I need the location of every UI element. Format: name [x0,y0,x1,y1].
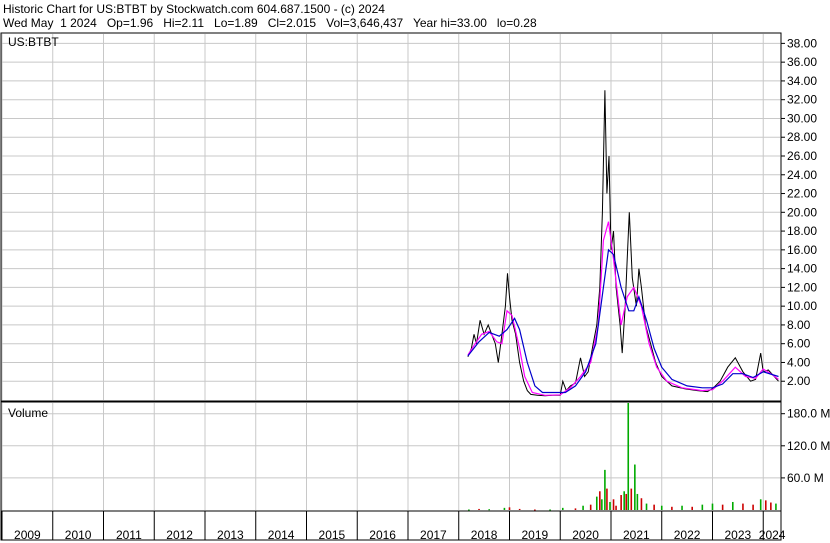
volume-bar [623,491,625,510]
price-tick-label: 10.00 [787,299,817,313]
volume-bar [604,469,606,510]
price-tick-label: 36.00 [787,55,817,69]
volume-bar [549,509,551,511]
volume-bar [770,502,772,510]
symbol-label: US:BTBT [8,35,59,49]
price-tick-label: 2.00 [787,374,811,388]
price-axis: 38.00 36.00 34.00 32.00 30.00 28.00 26.00 24.00… [781,36,817,388]
volume-bar [609,501,611,510]
volume-bar [711,503,714,510]
volume-bar [589,504,592,510]
price-tick-label: 30.00 [787,111,817,125]
volume-bar [561,507,564,510]
price-tick-label: 26.00 [787,149,817,163]
x-tick-label: 2009 [14,528,41,542]
x-tick-label: 2010 [65,528,92,542]
volume-bar [742,503,744,510]
x-tick-label: 2015 [319,528,346,542]
volume-bar [627,403,630,510]
volume-bar [671,506,673,510]
x-tick-label: 2017 [420,528,447,542]
volume-bar [574,508,577,510]
volume-tick-label: 120.0 M [787,439,830,453]
x-tick-label: 2019 [522,528,549,542]
stock-chart: 38.00 36.00 34.00 32.00 30.00 28.00 26.00 24.00… [0,32,830,542]
x-tick-label: 2020 [572,528,599,542]
price-tick-label: 4.00 [787,355,811,369]
x-tick-label: 2024 [759,528,786,542]
volume-bar [636,493,639,510]
volume-bar [653,504,655,510]
volume-bar [721,504,724,510]
price-tick-label: 14.00 [787,262,817,276]
x-tick-label: 2022 [674,528,701,542]
volume-bar [701,504,704,510]
price-tick-label: 12.00 [787,280,817,294]
price-tick-label: 16.00 [787,243,817,257]
volume-bar [645,503,648,510]
price-tick-label: 34.00 [787,74,817,88]
volume-bar [599,491,601,510]
volume-bar [508,507,511,510]
x-tick-label: 2013 [217,528,244,542]
volume-bar [691,506,693,510]
volume-bar [615,505,617,510]
volume-bar [681,505,683,510]
volume-bar [620,495,622,510]
volume-bar [595,496,598,510]
volume-bar [640,498,643,510]
volume-bar [582,505,584,510]
volume-bar [731,501,734,510]
volume-bar [660,505,663,510]
price-tick-label: 6.00 [787,337,811,351]
volume-bar [601,499,603,510]
price-tick-label: 32.00 [787,93,817,107]
price-tick-label: 28.00 [787,130,817,144]
volume-bar [518,508,521,510]
x-tick-label: 2023 [725,528,752,542]
volume-bar [488,509,490,511]
x-tick-label: 2021 [623,528,650,542]
price-tick-label: 22.00 [787,187,817,201]
price-tick-label: 24.00 [787,168,817,182]
price-panel [0,32,782,402]
volume-bar [625,493,628,510]
price-tick-label: 20.00 [787,205,817,219]
volume-panel [0,401,782,512]
volume-bar [634,464,636,510]
volume-bar [759,499,762,510]
x-tick-label: 2011 [116,528,142,542]
volume-bar [534,509,536,511]
volume-bar [752,504,754,510]
volume-axis: 180.0 M 120.0 M 60.0 M [781,407,830,485]
volume-bar [478,508,480,510]
price-tick-label: 18.00 [787,224,817,238]
price-tick-label: 38.00 [787,36,817,50]
x-tick-label: 2018 [471,528,498,542]
x-tick-label: 2016 [369,528,396,542]
price-tick-label: 8.00 [787,318,811,332]
volume-label: Volume [8,406,48,420]
volume-bar [606,488,608,510]
volume-tick-label: 60.0 M [787,471,824,485]
x-tick-label: 2012 [166,528,193,542]
volume-bar [503,507,506,510]
x-tick-label: 2014 [268,528,295,542]
volume-bar [468,509,470,511]
volume-bar [630,488,633,510]
volume-tick-label: 180.0 M [787,407,830,421]
volume-bar [612,499,615,510]
volume-bar [775,503,777,510]
volume-bar [764,500,767,510]
